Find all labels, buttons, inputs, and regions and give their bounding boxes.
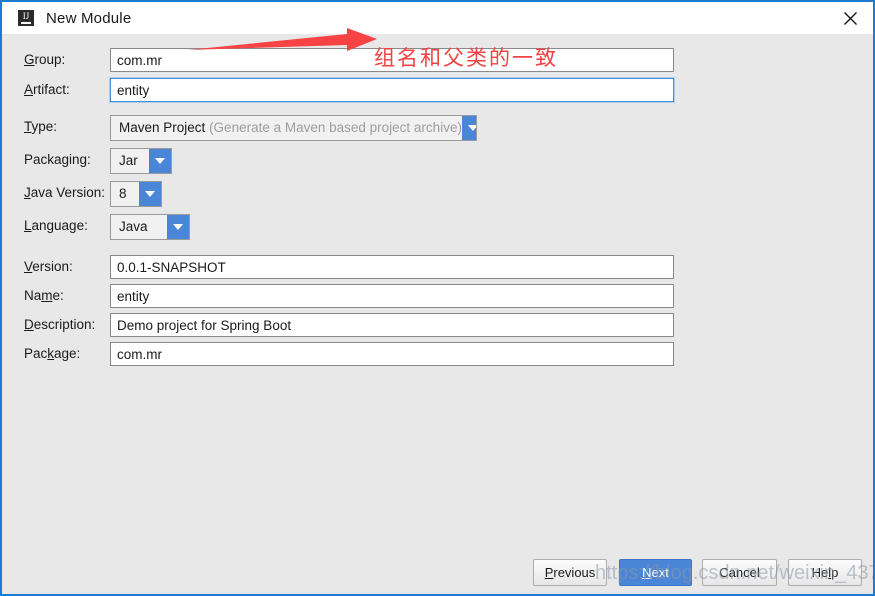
- help-button[interactable]: Help: [788, 559, 862, 586]
- packaging-combo[interactable]: Jar: [110, 148, 172, 174]
- label-artifact: Artifact:: [24, 82, 70, 97]
- label-description: Description:: [24, 317, 96, 332]
- intellij-idea-icon: IJ: [18, 10, 34, 26]
- java-version-combo[interactable]: 8: [110, 181, 162, 207]
- label-java-version: Java Version:: [24, 185, 106, 200]
- package-input[interactable]: [110, 342, 674, 366]
- label-package: Package:: [24, 346, 81, 361]
- chevron-down-icon[interactable]: [149, 149, 171, 173]
- label-language: Language:: [24, 218, 88, 233]
- language-combo[interactable]: Java: [110, 214, 190, 240]
- description-input[interactable]: [110, 313, 674, 337]
- label-type: Type:: [24, 119, 58, 134]
- chevron-down-icon[interactable]: [461, 116, 476, 140]
- type-combo-selected: Maven Project: [119, 120, 206, 135]
- group-input[interactable]: [110, 48, 674, 72]
- name-input[interactable]: [110, 284, 674, 308]
- label-group: Group:: [24, 52, 66, 67]
- type-combo-value: Maven Project (Generate a Maven based pr…: [111, 116, 462, 140]
- new-module-dialog: IJ New Module Group: Artifact: Type: Mav…: [0, 0, 875, 596]
- chevron-down-icon[interactable]: [139, 182, 161, 206]
- chevron-down-icon[interactable]: [167, 215, 189, 239]
- artifact-input[interactable]: [110, 78, 674, 102]
- version-input[interactable]: [110, 255, 674, 279]
- cancel-button[interactable]: Cancel: [702, 559, 777, 586]
- type-combo-hint: (Generate a Maven based project archive): [209, 120, 462, 135]
- java-version-combo-value: 8: [119, 186, 127, 201]
- label-packaging: Packaging:: [24, 152, 91, 167]
- next-button[interactable]: Next: [619, 559, 692, 586]
- previous-button[interactable]: Previous: [533, 559, 607, 586]
- close-button[interactable]: [827, 2, 873, 34]
- label-version: Version:: [24, 259, 73, 274]
- module-form: Group: Artifact: Type: Maven Project (Ge…: [2, 34, 873, 594]
- language-combo-value: Java: [119, 219, 148, 234]
- title-bar: IJ New Module: [2, 2, 873, 34]
- window-title: New Module: [46, 9, 132, 27]
- packaging-combo-value: Jar: [119, 153, 138, 168]
- close-icon: [843, 11, 857, 25]
- label-name: Name:: [24, 288, 64, 303]
- type-combo[interactable]: Maven Project (Generate a Maven based pr…: [110, 115, 477, 141]
